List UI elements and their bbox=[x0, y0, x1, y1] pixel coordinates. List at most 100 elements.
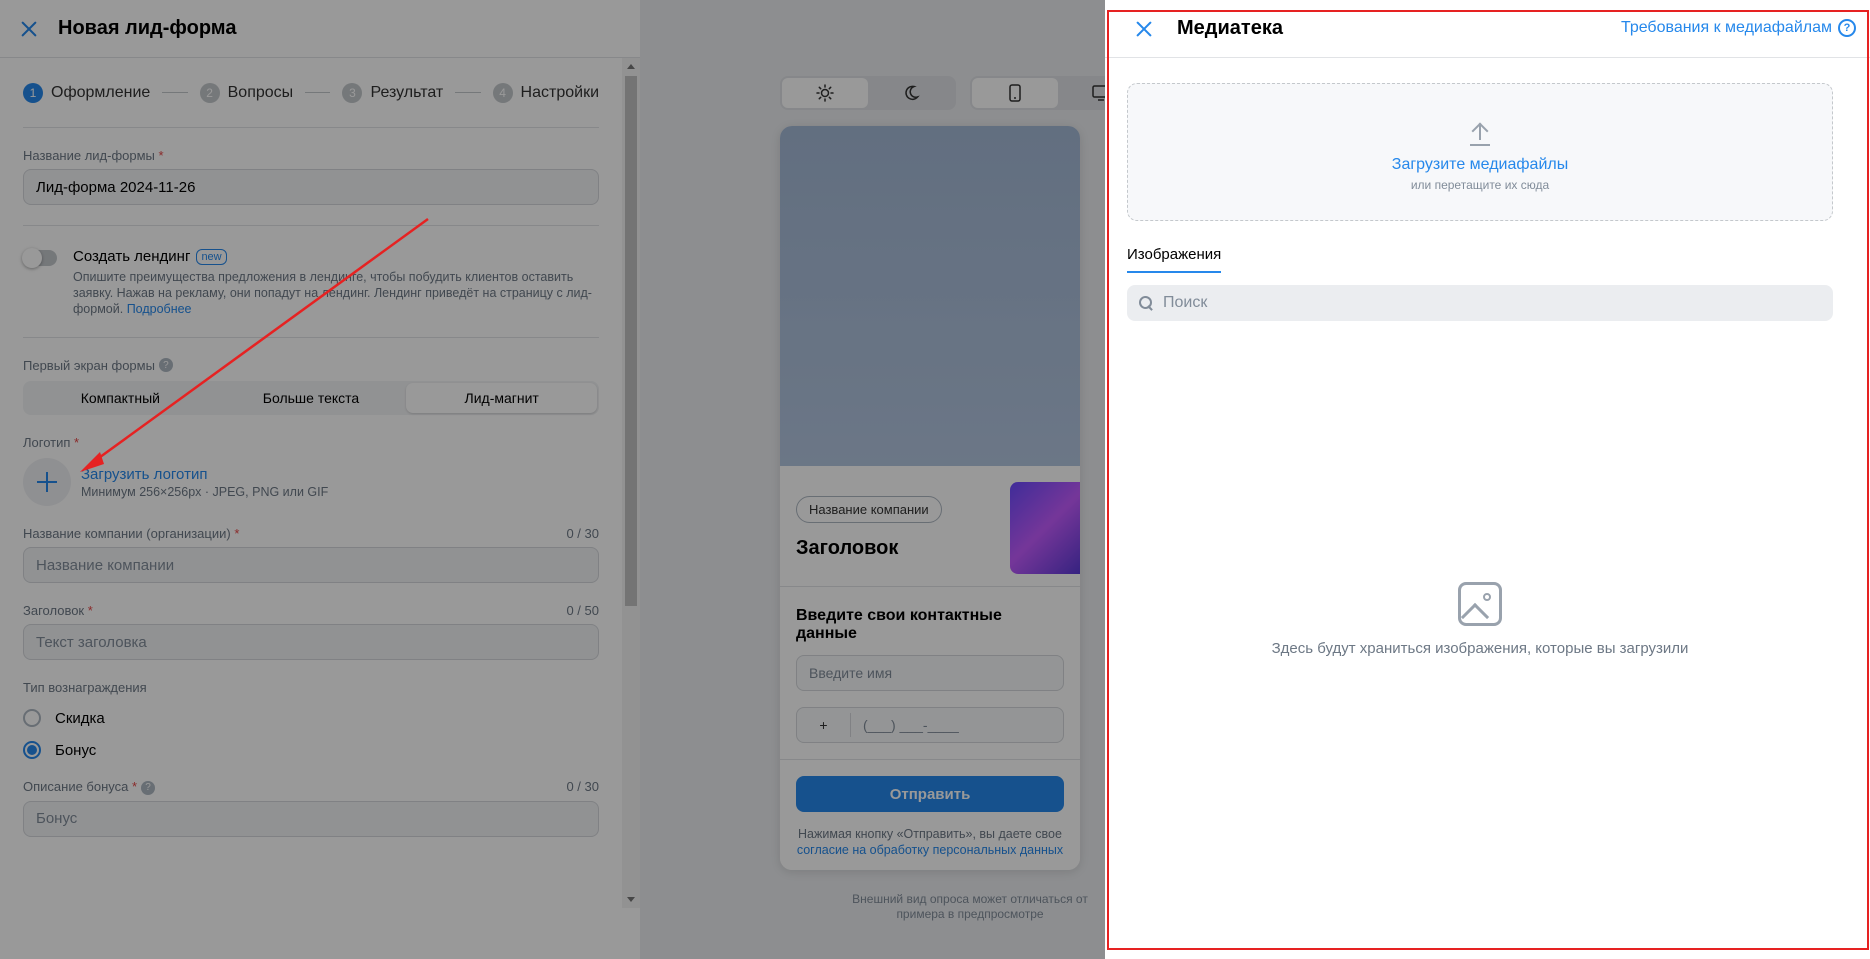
editor-header: Новая лид-форма bbox=[0, 0, 640, 58]
required-mark: * bbox=[87, 603, 93, 618]
form-name-label: Название лид-формы bbox=[23, 148, 155, 163]
bonus-input[interactable]: Бонус bbox=[23, 800, 599, 837]
help-circle-icon: ? bbox=[1838, 19, 1856, 37]
stepper: 1 Оформление 2 Вопросы 3 Результат 4 Нас… bbox=[23, 58, 599, 128]
help-icon[interactable]: ? bbox=[141, 780, 156, 795]
theme-toggle bbox=[780, 76, 956, 110]
editor-title: Новая лид-форма bbox=[58, 17, 237, 39]
editor-form: 1 Оформление 2 Вопросы 3 Результат 4 Нас… bbox=[0, 58, 622, 908]
close-icon[interactable] bbox=[1133, 18, 1155, 40]
mobile-view-button[interactable] bbox=[972, 78, 1058, 108]
step-divider bbox=[455, 92, 481, 93]
divider bbox=[23, 225, 599, 226]
segment-more-text[interactable]: Больше текста bbox=[216, 383, 407, 413]
media-requirements-link[interactable]: Требования к медиафайлам ? bbox=[1621, 19, 1856, 37]
consent-text: Нажимая кнопку «Отправить», вы даете сво… bbox=[798, 827, 1062, 841]
gift-image bbox=[1010, 482, 1080, 574]
upload-logo-link[interactable]: Загрузить логотип bbox=[81, 466, 328, 483]
segment-compact[interactable]: Компактный bbox=[25, 383, 216, 413]
radio-label: Бонус bbox=[55, 741, 97, 759]
step-settings[interactable]: 4 Настройки bbox=[492, 82, 599, 103]
step-label: Результат bbox=[370, 83, 444, 101]
required-mark: * bbox=[234, 526, 240, 541]
preview-cover bbox=[780, 126, 1080, 466]
step-divider bbox=[162, 92, 188, 93]
radio-circle[interactable] bbox=[23, 709, 41, 727]
landing-title: Создать лендинг bbox=[73, 248, 191, 265]
radio-label: Скидка bbox=[55, 709, 105, 727]
company-field: Название компании (организации) * 0 / 30… bbox=[23, 526, 599, 583]
divider bbox=[780, 586, 1080, 587]
landing-toggle[interactable] bbox=[22, 248, 57, 268]
heading-input[interactable]: Текст заголовка bbox=[23, 624, 599, 660]
preview-note: Внешний вид опроса может отличаться от п… bbox=[852, 892, 1088, 921]
step-result[interactable]: 3 Результат bbox=[342, 82, 444, 103]
form-name-input[interactable]: Лид-форма 2024-11-26 bbox=[23, 169, 599, 205]
bonus-counter: 0 / 30 bbox=[566, 779, 599, 794]
divider bbox=[780, 759, 1080, 760]
preview-name-input: Введите имя bbox=[796, 655, 1064, 691]
step-number: 2 bbox=[199, 82, 220, 103]
scroll-down-arrow-icon[interactable] bbox=[627, 897, 635, 902]
upload-logo-plus-icon[interactable] bbox=[23, 458, 71, 506]
dark-theme-button[interactable] bbox=[868, 78, 954, 108]
preview-phone-input: + (___) ___-____ bbox=[796, 707, 1064, 743]
media-search-input[interactable]: Поиск bbox=[1127, 285, 1833, 321]
bonus-label: Описание бонуса bbox=[23, 779, 129, 794]
empty-state-text: Здесь будут храниться изображения, котор… bbox=[1271, 640, 1689, 657]
step-design[interactable]: 1 Оформление bbox=[23, 82, 151, 103]
step-label: Вопросы bbox=[227, 83, 294, 101]
step-divider bbox=[305, 92, 331, 93]
required-mark: * bbox=[132, 779, 138, 794]
light-theme-button[interactable] bbox=[782, 78, 868, 108]
first-screen-label: Первый экран формы bbox=[23, 358, 155, 373]
first-screen-segmented: Компактный Больше текста Лид-магнит bbox=[23, 381, 599, 415]
radio-discount[interactable]: Скидка bbox=[23, 709, 599, 727]
scrollbar-thumb[interactable] bbox=[625, 76, 637, 606]
media-title: Медиатека bbox=[1177, 17, 1283, 39]
phone-code: + bbox=[797, 713, 851, 737]
step-label: Настройки bbox=[520, 83, 599, 101]
bonus-field: Описание бонуса *? 0 / 30 Бонус bbox=[23, 779, 599, 837]
phone-preview: Название компании Заголовок Введите свои… bbox=[780, 126, 1080, 870]
first-screen-field: Первый экран формы ? Компактный Больше т… bbox=[23, 358, 599, 415]
step-label: Оформление bbox=[51, 83, 151, 101]
reward-label: Тип вознаграждения bbox=[23, 680, 147, 695]
search-placeholder: Поиск bbox=[1163, 294, 1208, 311]
preview-submit-button: Отправить bbox=[796, 776, 1064, 812]
media-library-panel: Медиатека Требования к медиафайлам ? Заг… bbox=[1105, 0, 1870, 959]
step-questions[interactable]: 2 Вопросы bbox=[199, 82, 294, 103]
drop-hint: или перетащите их сюда bbox=[1410, 178, 1550, 192]
step-number: 1 bbox=[23, 82, 43, 103]
landing-option: Создать лендинг new Опишите преимущества… bbox=[22, 248, 599, 317]
scroll-up-arrow-icon[interactable] bbox=[627, 64, 635, 69]
preview-subtitle: Введите свои контактные данные bbox=[796, 607, 1002, 642]
step-number: 3 bbox=[342, 82, 363, 103]
company-input[interactable]: Название компании bbox=[23, 547, 599, 583]
help-icon[interactable]: ? bbox=[158, 358, 173, 372]
radio-bonus[interactable]: Бонус bbox=[23, 741, 599, 759]
tab-images[interactable]: Изображения bbox=[1127, 246, 1222, 273]
phone-icon bbox=[1009, 84, 1021, 102]
sun-icon bbox=[816, 84, 834, 102]
heading-label: Заголовок bbox=[23, 603, 85, 618]
requirements-label: Требования к медиафайлам bbox=[1620, 19, 1832, 36]
radio-circle[interactable] bbox=[23, 741, 41, 759]
new-badge: new bbox=[196, 248, 227, 265]
upload-media-link[interactable]: Загрузите медиафайлы bbox=[1128, 156, 1832, 174]
company-counter: 0 / 30 bbox=[566, 526, 599, 541]
search-icon bbox=[1139, 296, 1153, 310]
image-placeholder-icon bbox=[1458, 582, 1502, 626]
upload-dropzone[interactable]: Загрузите медиафайлы или перетащите их с… bbox=[1127, 83, 1833, 221]
upload-icon bbox=[1470, 122, 1490, 146]
heading-counter: 0 / 50 bbox=[566, 603, 599, 618]
required-mark: * bbox=[158, 148, 164, 163]
close-icon[interactable] bbox=[18, 18, 40, 40]
preview-card: Название компании Заголовок Введите свои… bbox=[780, 466, 1080, 870]
more-link[interactable]: Подробнее bbox=[127, 302, 192, 316]
consent-link: согласие на обработку персональных данны… bbox=[796, 843, 1064, 857]
editor-scrollbar[interactable] bbox=[622, 58, 640, 908]
company-label: Название компании (организации) bbox=[23, 526, 231, 541]
company-chip: Название компании bbox=[796, 496, 942, 523]
segment-lead-magnet[interactable]: Лид-магнит bbox=[406, 383, 598, 413]
